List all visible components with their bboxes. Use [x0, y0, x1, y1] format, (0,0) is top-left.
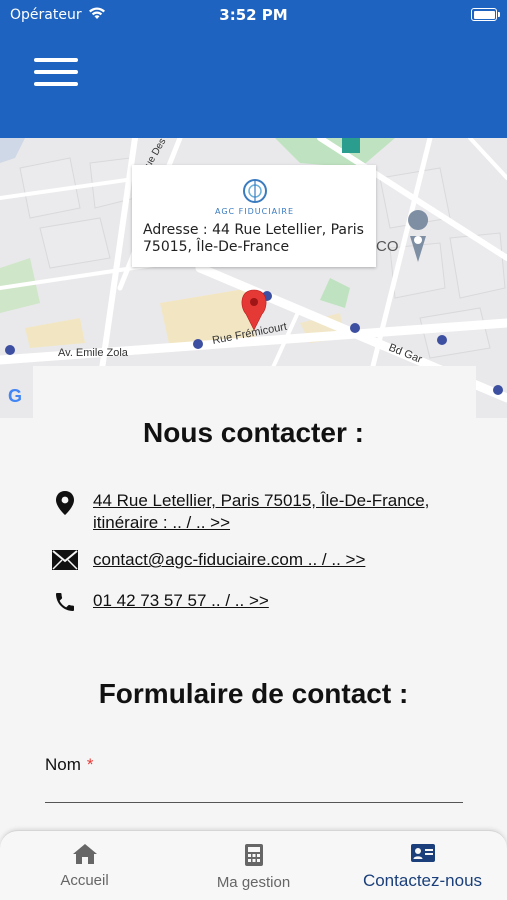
- name-label-text: Nom: [45, 755, 81, 774]
- location-pin-icon: [50, 490, 80, 516]
- required-mark: *: [86, 755, 94, 774]
- menu-bar-icon: [34, 58, 78, 62]
- contact-section-title: Nous contacter :: [143, 417, 364, 448]
- hamburger-menu-button[interactable]: [34, 58, 78, 92]
- bottom-tab-bar: Accueil Ma gestion Contactez-nous: [0, 830, 507, 900]
- content-panel-top: [33, 366, 476, 418]
- form-section-title: Formulaire de contact :: [98, 678, 409, 709]
- calculator-icon: [244, 843, 264, 871]
- home-icon: [72, 843, 98, 869]
- contact-card-icon: [410, 843, 436, 868]
- name-input-underline: [45, 802, 463, 803]
- email-link[interactable]: contact@agc-fiduciaire.com .. / .. >>: [93, 549, 365, 571]
- map-info-window: AGC FIDUCIAIRE Adresse : 44 Rue Letellie…: [132, 165, 376, 267]
- app-header: Opérateur 3:52 PM: [0, 0, 507, 138]
- name-input[interactable]: [45, 776, 463, 802]
- carrier-label: Opérateur: [10, 7, 82, 23]
- menu-bar-icon: [34, 70, 78, 74]
- wifi-icon: [88, 6, 106, 24]
- envelope-icon: [50, 549, 80, 571]
- menu-bar-icon: [34, 82, 78, 86]
- itinerary-link[interactable]: itinéraire : .. / .. >>: [93, 512, 429, 534]
- tab-ma-gestion[interactable]: Ma gestion: [169, 831, 338, 900]
- battery-fill: [473, 10, 495, 19]
- map-street-label: Av. Emile Zola: [58, 347, 129, 359]
- tab-label: Contactez-nous: [362, 871, 483, 890]
- phone-link[interactable]: 01 42 73 57 57 .. / .. >>: [93, 590, 269, 612]
- map-poi-label: CO: [376, 238, 399, 255]
- battery-icon: [471, 8, 500, 21]
- status-bar: Opérateur 3:52 PM: [0, 0, 507, 30]
- contact-email-row[interactable]: contact@agc-fiduciaire.com .. / .. >>: [50, 549, 365, 571]
- contact-address-row[interactable]: 44 Rue Letellier, Paris 75015, Île-De-Fr…: [50, 490, 429, 534]
- google-logo: G: [8, 386, 22, 406]
- phone-icon: [50, 590, 80, 614]
- company-logo: AGC FIDUCIAIRE: [143, 177, 366, 216]
- tab-label: Accueil: [60, 872, 109, 889]
- info-window-address: Adresse : 44 Rue Letellier, Paris 75015,…: [143, 222, 364, 255]
- contact-phone-row[interactable]: 01 42 73 57 57 .. / .. >>: [50, 590, 269, 614]
- logo-text: AGC FIDUCIAIRE: [214, 207, 295, 216]
- address-link[interactable]: 44 Rue Letellier, Paris 75015, Île-De-Fr…: [93, 490, 429, 512]
- tab-contactez-nous[interactable]: Contactez-nous: [338, 831, 507, 900]
- tab-label: Ma gestion: [216, 874, 291, 891]
- tab-accueil[interactable]: Accueil: [0, 831, 169, 900]
- name-field-label: Nom *: [45, 755, 94, 775]
- agc-logo-icon: [242, 179, 267, 203]
